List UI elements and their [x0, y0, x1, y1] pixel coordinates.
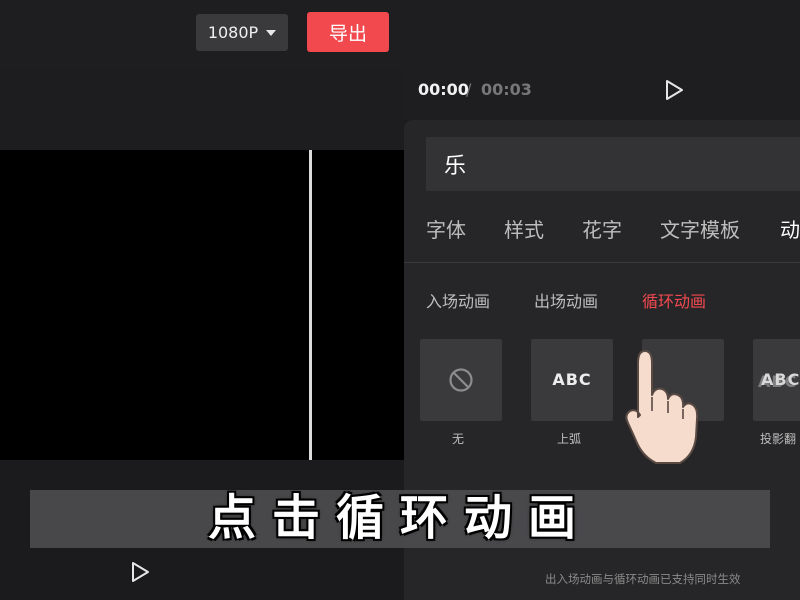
- preset-label: 无: [452, 432, 465, 446]
- preset-preview: ABC: [552, 370, 592, 389]
- subtab-out-animation[interactable]: 出场动画: [534, 288, 598, 312]
- preset-preview: ABC: [761, 370, 800, 389]
- tutorial-caption: 点击循环动画: [207, 490, 592, 546]
- preset-label: 上弧: [557, 432, 582, 446]
- divider: [404, 262, 800, 263]
- preset-shadow-flip[interactable]: ABC: [753, 339, 800, 421]
- ban-icon: [449, 368, 473, 392]
- resolution-label: 1080P: [207, 23, 259, 42]
- tab-fancy-text[interactable]: 花字: [582, 214, 622, 243]
- footnote: 出入场动画与循环动画已支持同时生效: [545, 572, 741, 586]
- time-separator: /: [466, 80, 472, 99]
- playhead[interactable]: [309, 150, 312, 460]
- tab-style[interactable]: 样式: [504, 214, 544, 243]
- caret-down-icon: [266, 29, 277, 36]
- tab-text-template[interactable]: 文字模板: [660, 214, 740, 243]
- current-time: 00:00: [418, 80, 469, 99]
- export-label: 导出: [328, 22, 367, 45]
- text-input[interactable]: [426, 137, 800, 191]
- resolution-dropdown[interactable]: 1080P: [196, 14, 288, 51]
- subtab-loop-animation[interactable]: 循环动画: [642, 288, 706, 312]
- total-time: 00:03: [481, 80, 532, 99]
- top-toolbar: [0, 0, 800, 70]
- preset-label: 投影翻: [760, 432, 797, 446]
- subtab-in-animation[interactable]: 入场动画: [426, 288, 490, 312]
- tab-animation[interactable]: 动: [780, 214, 800, 243]
- play-icon[interactable]: [662, 78, 686, 102]
- hand-pointer-icon: [625, 350, 699, 464]
- preset-arc-up[interactable]: ABC: [531, 339, 613, 421]
- tab-font[interactable]: 字体: [426, 214, 466, 243]
- export-button[interactable]: 导出: [307, 12, 389, 52]
- play-icon[interactable]: [128, 560, 152, 584]
- video-canvas[interactable]: [0, 150, 404, 460]
- preset-none[interactable]: [420, 339, 502, 421]
